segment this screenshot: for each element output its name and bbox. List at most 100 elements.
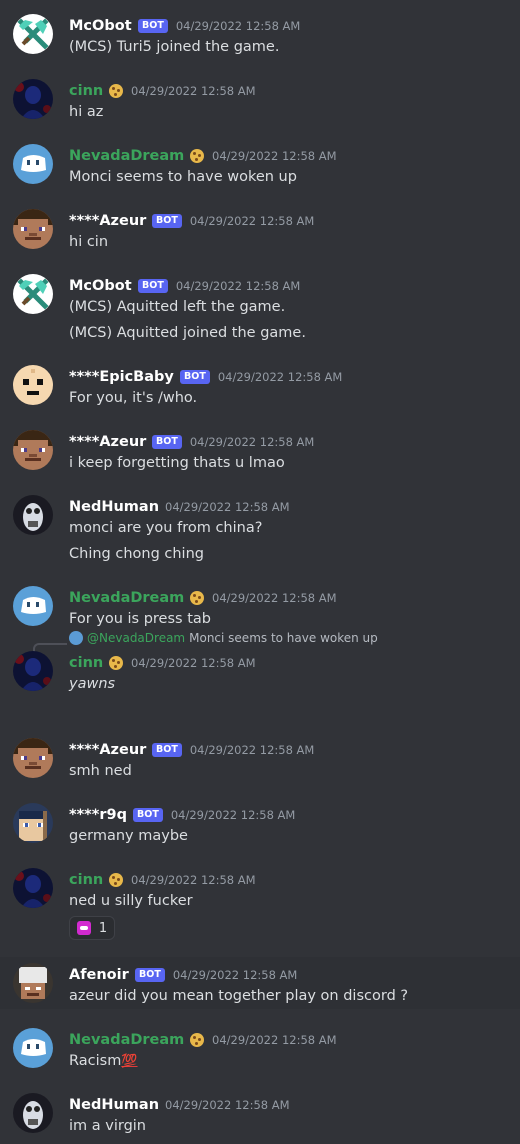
chat-message[interactable]: NedHuman 04/29/2022 12:58 AM im a virgin bbox=[0, 1087, 520, 1139]
message-meta: BOT 04/29/2022 12:58 AM bbox=[138, 279, 300, 293]
cookie-icon bbox=[190, 149, 204, 163]
helmet-avatar[interactable] bbox=[13, 963, 53, 1003]
author-name[interactable]: ****Azeur bbox=[69, 433, 146, 451]
author-name[interactable]: ****EpicBaby bbox=[69, 368, 174, 386]
message-text-content: smh ned bbox=[69, 763, 132, 779]
chat-message[interactable]: ****Azeur BOT 04/29/2022 12:58 AM i keep fo… bbox=[0, 424, 520, 476]
author-name[interactable]: cinn bbox=[69, 654, 103, 672]
cookie-icon bbox=[109, 656, 123, 670]
pickaxe-avatar[interactable] bbox=[13, 14, 53, 54]
robot-avatar[interactable] bbox=[13, 495, 53, 535]
reply-mention[interactable]: @NevadaDream bbox=[87, 631, 185, 645]
author-name[interactable]: NedHuman bbox=[69, 1096, 159, 1114]
cookie-icon bbox=[109, 873, 123, 887]
timestamp[interactable]: 04/29/2022 12:58 AM bbox=[212, 1033, 337, 1047]
author-name[interactable]: NevadaDream bbox=[69, 147, 184, 165]
pickaxe-avatar[interactable] bbox=[13, 274, 53, 314]
chat-message[interactable]: NevadaDream 04/29/2022 12:58 AM Racism💯 bbox=[0, 1022, 520, 1074]
timestamp[interactable]: 04/29/2022 12:58 AM bbox=[190, 743, 315, 757]
chat-message[interactable]: cinn 04/29/2022 12:58 AM hi az bbox=[0, 73, 520, 125]
chat-message[interactable]: ****Azeur BOT 04/29/2022 12:58 AM smh ned bbox=[0, 732, 520, 784]
message-meta: BOT 04/29/2022 12:58 AM bbox=[180, 370, 342, 384]
message-text-content: yawns bbox=[69, 676, 116, 692]
timestamp[interactable]: 04/29/2022 12:58 AM bbox=[131, 656, 256, 670]
message-text: (MCS) Turi5 joined the game. bbox=[69, 38, 279, 56]
timestamp[interactable]: 04/29/2022 12:58 AM bbox=[176, 19, 301, 33]
message-meta: 04/29/2022 12:58 AM bbox=[190, 149, 337, 163]
message-text: (MCS) Aquitted left the game. bbox=[69, 298, 285, 316]
chat-message[interactable]: cinn 04/29/2022 12:58 AM ned u silly fucke… bbox=[0, 862, 520, 940]
message-text-content: azeur did you mean together play on disc… bbox=[69, 988, 409, 1004]
chat-message[interactable]: NevadaDream 04/29/2022 12:58 AM For you is… bbox=[0, 580, 520, 632]
steve-avatar[interactable] bbox=[13, 430, 53, 470]
message-text-content: (MCS) Aquitted left the game. bbox=[69, 299, 286, 315]
ghost-avatar[interactable] bbox=[13, 144, 53, 184]
dark-avatar[interactable] bbox=[13, 79, 53, 119]
chat-message[interactable]: @NevadaDream Monci seems to have woken up… bbox=[0, 631, 520, 697]
message-text-content: (MCS) Turi5 joined the game. bbox=[69, 39, 280, 55]
reaction-button[interactable]: 1 bbox=[69, 916, 115, 940]
bot-badge: BOT bbox=[133, 808, 163, 822]
timestamp[interactable]: 04/29/2022 12:58 AM bbox=[131, 873, 256, 887]
message-text: i keep forgetting thats u lmao bbox=[69, 454, 285, 472]
author-name[interactable]: McObot bbox=[69, 17, 132, 35]
author-name[interactable]: ****r9q bbox=[69, 806, 127, 824]
chat-message[interactable]: NedHuman 04/29/2022 12:58 AM monci are you… bbox=[0, 489, 520, 567]
timestamp[interactable]: 04/29/2022 12:58 AM bbox=[212, 591, 337, 605]
message-meta: BOT 04/29/2022 12:58 AM bbox=[152, 435, 314, 449]
message-text: hi az bbox=[69, 103, 103, 121]
message-meta: 04/29/2022 12:58 AM bbox=[165, 1098, 290, 1112]
chat-message[interactable]: Afenoir BOT 04/29/2022 12:58 AM azeur did y… bbox=[0, 957, 520, 1009]
reply-text: Monci seems to have woken up bbox=[189, 631, 378, 645]
message-text: smh ned bbox=[69, 762, 132, 780]
message-meta: 04/29/2022 12:58 AM bbox=[109, 84, 256, 98]
robot-avatar[interactable] bbox=[13, 1093, 53, 1133]
author-name[interactable]: Afenoir bbox=[69, 966, 129, 984]
author-name[interactable]: ****Azeur bbox=[69, 741, 146, 759]
chat-message[interactable]: NevadaDream 04/29/2022 12:58 AM Monci seem… bbox=[0, 138, 520, 190]
chat-message[interactable]: ****r9q BOT 04/29/2022 12:58 AM germany may… bbox=[0, 797, 520, 849]
timestamp[interactable]: 04/29/2022 12:58 AM bbox=[165, 500, 290, 514]
chat-message[interactable]: ****EpicBaby BOT 04/29/2022 12:58 AM For yo… bbox=[0, 359, 520, 411]
message-meta: BOT 04/29/2022 12:58 AM bbox=[152, 743, 314, 757]
bot-badge: BOT bbox=[138, 19, 168, 33]
timestamp[interactable]: 04/29/2022 12:58 AM bbox=[190, 214, 315, 228]
message-text: hi cin bbox=[69, 233, 108, 251]
author-name[interactable]: NevadaDream bbox=[69, 589, 184, 607]
author-name[interactable]: NedHuman bbox=[69, 498, 159, 516]
hundred-emoji-icon: 💯 bbox=[121, 1054, 138, 1069]
message-meta: 04/29/2022 12:58 AM bbox=[190, 1033, 337, 1047]
message-meta: 04/29/2022 12:58 AM bbox=[190, 591, 337, 605]
timestamp[interactable]: 04/29/2022 12:58 AM bbox=[212, 149, 337, 163]
timestamp[interactable]: 04/29/2022 12:58 AM bbox=[173, 968, 298, 982]
message-text-content: im a virgin bbox=[69, 1118, 146, 1134]
timestamp[interactable]: 04/29/2022 12:58 AM bbox=[131, 84, 256, 98]
ghost-avatar[interactable] bbox=[13, 586, 53, 626]
chat-message[interactable]: ****Azeur BOT 04/29/2022 12:58 AM hi cin bbox=[0, 203, 520, 255]
author-name[interactable]: cinn bbox=[69, 871, 103, 889]
message-text-content: hi az bbox=[69, 104, 104, 120]
dark-avatar[interactable] bbox=[13, 651, 53, 691]
skin-avatar[interactable] bbox=[13, 803, 53, 843]
ghost-avatar[interactable] bbox=[13, 1028, 53, 1068]
timestamp[interactable]: 04/29/2022 12:58 AM bbox=[218, 370, 343, 384]
author-name[interactable]: McObot bbox=[69, 277, 132, 295]
timestamp[interactable]: 04/29/2022 12:58 AM bbox=[165, 1098, 290, 1112]
steve-avatar[interactable] bbox=[13, 738, 53, 778]
timestamp[interactable]: 04/29/2022 12:58 AM bbox=[176, 279, 301, 293]
author-name[interactable]: NevadaDream bbox=[69, 1031, 184, 1049]
dark-avatar[interactable] bbox=[13, 868, 53, 908]
baby-avatar[interactable] bbox=[13, 365, 53, 405]
bot-badge: BOT bbox=[152, 435, 182, 449]
author-name[interactable]: cinn bbox=[69, 82, 103, 100]
steve-avatar[interactable] bbox=[13, 209, 53, 249]
author-name[interactable]: ****Azeur bbox=[69, 212, 146, 230]
chat-message[interactable]: McObot BOT 04/29/2022 12:58 AM (MCS) Aquitt… bbox=[0, 268, 520, 346]
reply-preview[interactable]: @NevadaDream Monci seems to have woken up bbox=[69, 631, 378, 645]
message-text-content: For you is press tab bbox=[69, 611, 211, 627]
timestamp[interactable]: 04/29/2022 12:58 AM bbox=[171, 808, 296, 822]
chat-message[interactable]: McObot BOT 04/29/2022 12:58 AM (MCS) Turi5 … bbox=[0, 8, 520, 60]
message-text: For you, it's /who. bbox=[69, 389, 197, 407]
timestamp[interactable]: 04/29/2022 12:58 AM bbox=[190, 435, 315, 449]
reaction-count: 1 bbox=[98, 920, 108, 936]
